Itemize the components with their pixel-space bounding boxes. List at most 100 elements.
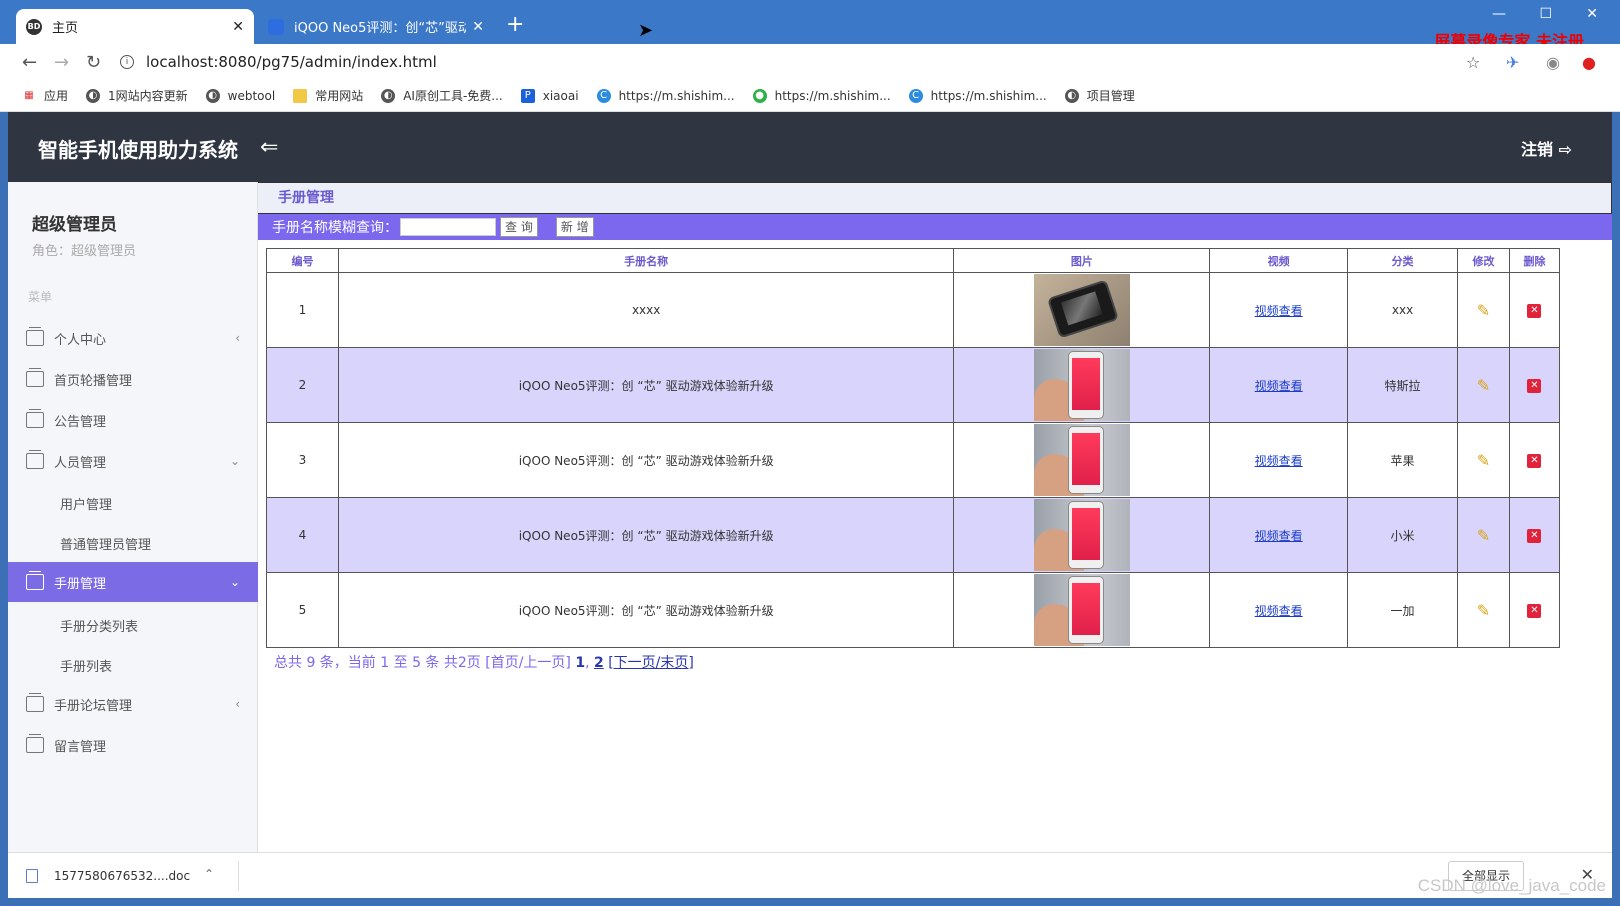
table-row: 4 iQOO Neo5评测：创 “芯” 驱动游戏体验新升级 视频查看 小米 ✎ …: [266, 497, 1561, 573]
pager-page-2[interactable]: 2: [594, 655, 604, 671]
menu-icon: [26, 327, 44, 346]
bookmark-item[interactable]: ◐ 1网站内容更新: [86, 87, 188, 104]
tab-iqoo-review[interactable]: iQOO Neo5评测：创“芯”驱动游... ✕: [258, 9, 494, 44]
download-item[interactable]: 1577580676532....doc: [26, 869, 190, 883]
pager-next-last[interactable]: [下一页/末页]: [608, 655, 694, 671]
phone-thumbnail[interactable]: [1033, 499, 1130, 571]
site-info-icon[interactable]: i: [120, 55, 134, 69]
profile-avatar-icon[interactable]: ◉: [1546, 53, 1560, 72]
bookmark-folder[interactable]: 常用网站: [293, 87, 363, 104]
sidebar-item-announcements[interactable]: 公告管理: [8, 400, 258, 440]
cell-edit: ✎: [1457, 272, 1510, 348]
logout-button[interactable]: 注销 ⇨: [1521, 136, 1572, 160]
sidebar-item-manual[interactable]: 手册管理 ⌄: [8, 562, 258, 602]
sidebar-item-messages[interactable]: 留言管理: [8, 725, 258, 765]
delete-icon[interactable]: ✕: [1527, 604, 1542, 618]
tab-close-icon[interactable]: ✕: [472, 19, 484, 35]
back-icon[interactable]: ←: [22, 52, 37, 73]
search-input[interactable]: [400, 218, 496, 236]
search-label: 手册名称模糊查询：: [272, 220, 398, 236]
cell-image: [953, 572, 1211, 648]
divider: [238, 861, 239, 891]
cell-delete: ✕: [1508, 272, 1561, 348]
col-header-delete: 删除: [1508, 248, 1561, 273]
bookmark-item[interactable]: ◐ 项目管理: [1064, 87, 1135, 104]
bookmark-item[interactable]: ◐ webtool: [205, 88, 275, 103]
cell-delete: ✕: [1508, 347, 1561, 423]
chevron-up-icon[interactable]: ⌃: [204, 867, 214, 881]
edit-pencil-icon[interactable]: ✎: [1477, 526, 1490, 545]
url-text: localhost:8080/pg75/admin/index.html: [146, 53, 437, 71]
edit-pencil-icon[interactable]: ✎: [1477, 601, 1490, 620]
globe-icon: ◐: [1064, 88, 1079, 103]
query-button[interactable]: 查 询: [500, 217, 538, 237]
sidebar-item-personal-center[interactable]: 个人中心 ‹: [8, 318, 258, 358]
bookmark-star-icon[interactable]: ☆: [1466, 53, 1480, 72]
window-close-icon[interactable]: ✕: [1586, 6, 1598, 22]
bookmark-item[interactable]: ● https://m.shishim...: [752, 88, 891, 103]
cell-id: 2: [266, 347, 339, 423]
delete-icon[interactable]: ✕: [1527, 529, 1542, 543]
cell-video: 视频查看: [1209, 422, 1349, 498]
cell-edit: ✎: [1457, 422, 1510, 498]
bookmark-apps[interactable]: ▦ 应用: [22, 87, 68, 104]
tab-close-icon[interactable]: ✕: [232, 19, 244, 35]
bookmark-item[interactable]: Chttps://m.shishim...: [596, 88, 735, 103]
delete-icon[interactable]: ✕: [1527, 454, 1542, 468]
phone-thumbnail[interactable]: [1033, 574, 1130, 646]
admin-app: 智能手机使用助力系统 ⇐ 注销 ⇨ 超级管理员 角色：超级管理员 菜单 个人中心…: [8, 112, 1612, 852]
menu-toggle-icon[interactable]: ⇐: [260, 135, 278, 160]
csdn-watermark: CSDN @love_java_code: [1417, 876, 1606, 895]
sidebar-subitem-manual-list[interactable]: 手册列表: [60, 656, 112, 675]
tab-home[interactable]: BD 主页 ✕: [16, 9, 254, 44]
browser-titlebar: BD 主页 ✕ iQOO Neo5评测：创“芯”驱动游... ✕ + ➤ — ☐…: [0, 0, 1620, 51]
video-view-link[interactable]: 视频查看: [1255, 379, 1303, 393]
phone-thumbnail[interactable]: [1033, 424, 1130, 496]
extension-icon[interactable]: ✈: [1506, 53, 1519, 72]
video-view-link[interactable]: 视频查看: [1255, 304, 1303, 318]
delete-icon[interactable]: ✕: [1527, 379, 1542, 393]
col-header-image: 图片: [953, 248, 1211, 273]
cell-category: 特斯拉: [1347, 347, 1459, 423]
bookmark-item[interactable]: Chttps://m.shishim...: [908, 88, 1047, 103]
edit-pencil-icon[interactable]: ✎: [1477, 451, 1490, 470]
forward-icon[interactable]: →: [54, 52, 69, 73]
pager-summary: 总共 9 条，当前 1 至 5 条 共2页: [274, 655, 481, 671]
menu-heading: 菜单: [28, 290, 53, 304]
sidebar-subitem-users[interactable]: 用户管理: [60, 494, 112, 513]
edit-pencil-icon[interactable]: ✎: [1477, 376, 1490, 395]
phone-thumbnail[interactable]: [1033, 349, 1130, 421]
c-logo-icon: C: [596, 88, 611, 103]
maximize-icon[interactable]: ☐: [1539, 6, 1552, 22]
delete-icon[interactable]: ✕: [1527, 304, 1542, 318]
reload-icon[interactable]: ↻: [86, 52, 101, 73]
cell-video: 视频查看: [1209, 347, 1349, 423]
pager-page-1[interactable]: 1: [575, 655, 585, 671]
chevron-left-icon: ‹: [235, 697, 240, 711]
menu-icon: [26, 734, 44, 753]
sidebar-subitem-manual-categories[interactable]: 手册分类列表: [60, 616, 138, 635]
sidebar-item-personnel[interactable]: 人员管理 ⌄: [8, 441, 258, 481]
sidebar-subitem-admins[interactable]: 普通管理员管理: [60, 534, 151, 553]
update-alert-icon[interactable]: ●: [1582, 53, 1596, 72]
cell-category: xxx: [1347, 272, 1459, 348]
phone-thumbnail[interactable]: [1033, 274, 1130, 346]
new-tab-button[interactable]: +: [506, 13, 524, 37]
cell-category: 苹果: [1347, 422, 1459, 498]
minimize-icon[interactable]: —: [1492, 6, 1506, 22]
address-bar[interactable]: i localhost:8080/pg75/admin/index.html: [120, 49, 1470, 75]
breadcrumb: 手册管理: [258, 182, 1612, 214]
bookmark-item[interactable]: ◐ AI原创工具-免费...: [381, 87, 503, 104]
video-view-link[interactable]: 视频查看: [1255, 604, 1303, 618]
video-view-link[interactable]: 视频查看: [1255, 529, 1303, 543]
table-row: 2 iQOO Neo5评测：创 “芯” 驱动游戏体验新升级 视频查看 特斯拉 ✎…: [266, 347, 1561, 423]
edit-pencil-icon[interactable]: ✎: [1477, 301, 1490, 320]
mouse-cursor-icon: ➤: [638, 20, 654, 41]
bookmark-item[interactable]: Pxiaoai: [520, 88, 579, 103]
add-button[interactable]: 新 增: [555, 217, 594, 237]
video-view-link[interactable]: 视频查看: [1255, 454, 1303, 468]
sidebar-item-manual-forum[interactable]: 手册论坛管理 ‹: [8, 684, 258, 724]
globe-icon: ◐: [205, 88, 220, 103]
cell-category: 一加: [1347, 572, 1459, 648]
sidebar-item-carousel[interactable]: 首页轮播管理: [8, 359, 258, 399]
